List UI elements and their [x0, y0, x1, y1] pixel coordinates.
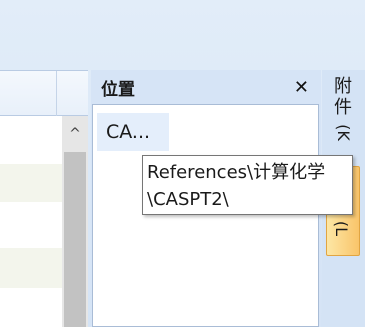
list-row-stripe	[0, 248, 62, 288]
panel-title: 位置	[101, 79, 135, 100]
side-tab-shortcut: (K	[333, 124, 353, 141]
tooltip-line: \CASPT2\	[147, 189, 229, 210]
location-item[interactable]: CA...	[97, 113, 169, 151]
panel-header: 位置 ✕	[91, 70, 321, 104]
location-item-label: CA...	[106, 121, 151, 143]
side-tab-label: 件	[334, 97, 352, 118]
item-list	[0, 116, 62, 327]
close-icon[interactable]: ✕	[294, 77, 309, 98]
scroll-thumb[interactable]	[64, 152, 86, 327]
chevron-up-icon: ^	[69, 126, 81, 142]
panel-body: CA...	[92, 104, 319, 327]
column-divider[interactable]	[56, 71, 57, 117]
scroll-up-button[interactable]: ^	[62, 116, 88, 152]
path-tooltip: References\计算化学 \CASPT2\	[142, 155, 353, 215]
tooltip-line: References\计算化学	[147, 162, 326, 183]
side-tab-label: 附	[334, 76, 352, 97]
vertical-scrollbar[interactable]: ^	[62, 116, 88, 327]
list-row-stripe	[0, 164, 62, 202]
side-tab-attachments[interactable]: 附 件 (K	[330, 76, 356, 143]
list-header	[0, 70, 88, 117]
side-tab-shortcut: (L	[332, 220, 352, 237]
